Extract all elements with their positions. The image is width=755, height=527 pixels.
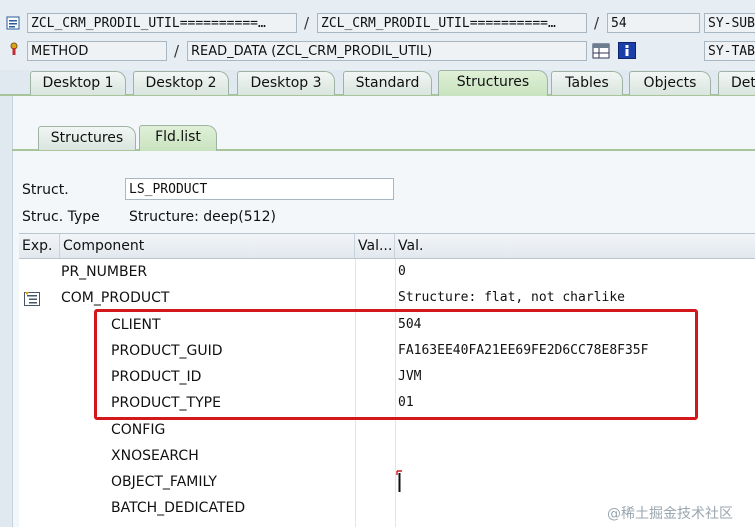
line-field[interactable]: 54 [607, 13, 700, 33]
tab-details[interactable]: Det [718, 71, 755, 95]
col-exp[interactable]: Exp. [19, 234, 60, 258]
separator: / [304, 14, 310, 32]
text-cursor [396, 469, 404, 495]
col-component[interactable]: Component [60, 234, 355, 258]
struct-input[interactable]: LS_PRODUCT [125, 178, 394, 200]
tab-objects[interactable]: Objects [629, 71, 711, 95]
tab-structures[interactable]: Structures [438, 70, 548, 96]
component-name: CONFIG [111, 422, 166, 438]
highlight-box [94, 309, 698, 420]
subtab-fld-list[interactable]: Fld.list [139, 125, 217, 151]
table-header: Exp. Component Val... Val. [19, 233, 755, 259]
tab-desktop-2[interactable]: Desktop 2 [133, 71, 229, 95]
program-icon [6, 16, 20, 30]
event-type-field[interactable]: METHOD [27, 41, 167, 61]
component-name: XNOSEARCH [111, 448, 199, 464]
method-icon [7, 42, 21, 56]
separator: / [174, 42, 180, 60]
col-val[interactable]: Val. [395, 234, 755, 258]
watermark: @稀土掘金技术社区 [607, 506, 733, 522]
component-value[interactable]: 0 [398, 259, 406, 285]
component-value[interactable]: Structure: flat, not charlike [398, 285, 625, 311]
table-row[interactable]: COM_PRODUCT Structure: flat, not charlik… [19, 285, 755, 311]
table-row[interactable]: OBJECT_FAMILY [19, 469, 755, 495]
table-row[interactable]: XNOSEARCH [19, 443, 755, 469]
table-row[interactable]: PR_NUMBER 0 [19, 259, 755, 285]
component-name: COM_PRODUCT [61, 290, 170, 306]
info-icon[interactable] [618, 42, 636, 59]
separator: / [594, 14, 600, 32]
tab-tables[interactable]: Tables [551, 71, 623, 95]
struct-label: Struct. [22, 182, 69, 198]
col-val-short[interactable]: Val... [355, 234, 395, 258]
subtab-structures[interactable]: Structures [38, 126, 136, 150]
expand-structure-icon[interactable] [24, 290, 40, 306]
program-field[interactable]: ZCL_CRM_PRODIL_UTIL==========… [27, 13, 297, 33]
component-name: BATCH_DEDICATED [111, 500, 246, 516]
include-field[interactable]: ZCL_CRM_PRODIL_UTIL==========… [317, 13, 587, 33]
component-name: PR_NUMBER [61, 264, 148, 280]
component-name: OBJECT_FAMILY [111, 474, 217, 490]
struct-type-label: Struc. Type [22, 209, 100, 225]
event-name-field[interactable]: READ_DATA (ZCL_CRM_PRODIL_UTIL) [187, 41, 587, 61]
table-view-icon[interactable] [592, 43, 610, 59]
sy-tabix-field[interactable]: SY-TAB [704, 41, 755, 61]
tab-standard[interactable]: Standard [343, 71, 432, 95]
sy-subrc-field[interactable]: SY-SUB [704, 13, 755, 33]
tab-desktop-1[interactable]: Desktop 1 [30, 71, 126, 95]
struct-type-value: Structure: deep(512) [129, 209, 276, 225]
table-row[interactable]: CONFIG [19, 417, 755, 443]
tab-desktop-3[interactable]: Desktop 3 [237, 71, 335, 95]
